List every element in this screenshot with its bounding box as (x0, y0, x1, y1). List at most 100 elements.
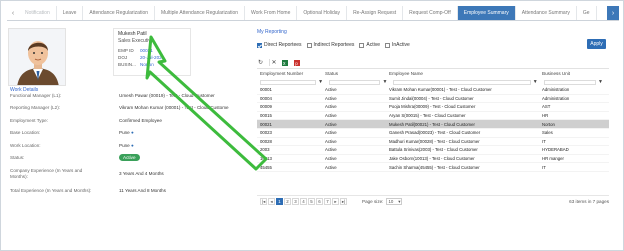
checkbox-box[interactable] (385, 42, 390, 48)
tab-employee-summary[interactable]: Employee Summary (457, 6, 516, 20)
doj-label: DOJ (118, 55, 128, 60)
prev-page-button[interactable]: ◂ (268, 198, 275, 205)
tab-work-from-home[interactable]: Work From Home (245, 6, 298, 20)
cell-employment-number: 00009 (260, 104, 272, 110)
cell-business-unit: HYDERABAD (542, 147, 569, 153)
cell-status: Active (325, 138, 337, 144)
table-row[interactable]: 45455 Active Sachin Sharma(45455) - Test -… (257, 163, 609, 172)
cell-employment-number: 00023 (260, 130, 272, 136)
tab-notification[interactable]: Notification (19, 6, 57, 20)
business-unit-label: BUSIN... (118, 62, 136, 67)
checkbox-box[interactable] (359, 42, 365, 48)
cell-employment-number: 00021 (260, 121, 272, 127)
refresh-icon[interactable]: ↻ (257, 59, 264, 66)
cell-business-unit: IT (542, 138, 546, 144)
tab-attendance-summary[interactable]: Attendance Summary (516, 6, 577, 20)
table-row[interactable]: 10013 Active Jake Osborn(10013) - Test - C… (257, 155, 609, 164)
column-header-employment-number[interactable]: Employment Number (257, 71, 325, 76)
page-size-select[interactable]: 10 ▾ (386, 198, 403, 205)
cell-employee-name: Pooja Mishra(00009) - Test - Cloud Custo… (389, 104, 476, 110)
table-row[interactable]: 00009 Active Pooja Mishra(00009) - Test - … (257, 103, 609, 112)
page-button[interactable]: 2 (284, 198, 291, 205)
next-page-button[interactable]: ▸ (332, 198, 339, 205)
tab-scroll-right-button[interactable]: › (607, 6, 619, 20)
cell-employee-name: Madhuri Kumar(00028) - Test - Cloud Cust… (389, 138, 480, 144)
apply-button[interactable]: Apply (587, 39, 606, 49)
page-button[interactable]: 6 (316, 198, 323, 205)
work-detail-label: Functional Manager (L1): (10, 93, 62, 98)
tab-scroll-left-button[interactable]: ‹ (7, 6, 19, 20)
pdf-icon[interactable]: p (293, 59, 300, 66)
grid-toolbar: ↻ ✕ x p (257, 59, 300, 66)
excel-icon[interactable]: x (281, 59, 288, 66)
chevron-down-icon: ▾ (398, 198, 401, 204)
table-row[interactable]: 00004 Active Sumit Jindal(00004) - Test - … (257, 95, 609, 104)
table-row[interactable]: 2003 Active Battula Srinivas(2003) - Test … (257, 146, 609, 155)
cell-status: Active (325, 121, 337, 127)
tab-optional-holiday[interactable]: Optional Holiday (297, 6, 348, 20)
checkbox-box[interactable] (257, 42, 262, 48)
page-button[interactable]: 5 (308, 198, 315, 205)
page-button[interactable]: 4 (300, 198, 307, 205)
close-icon[interactable]: ✕ (269, 59, 277, 66)
table-row[interactable]: 00023 Active Ganesh Prasad(00023) - Test -… (257, 129, 609, 138)
cell-business-unit: Administration (542, 87, 570, 93)
tab-leave[interactable]: Leave (57, 6, 84, 20)
work-detail-row: Base Location: Pune ● (10, 130, 250, 136)
cell-business-unit: HR manger (542, 156, 564, 162)
status-filter-input[interactable] (329, 79, 381, 85)
tab-attendance-regularization[interactable]: Attendance Regularization (83, 6, 156, 20)
cell-status: Active (325, 147, 337, 153)
cell-employee-name: Jake Osborn(10013) - Test - Cloud Custom… (389, 156, 475, 162)
table-row[interactable]: 00001 Active Vikram Mohan Kumar(00001) - T… (257, 86, 609, 95)
cell-employee-name: Sumit Jindal(00004) - Test - Cloud Custo… (389, 95, 474, 101)
tab-re-assign-request[interactable]: Re-Assign Request (347, 6, 404, 20)
cell-employee-name: Mukesh Patil(00021) - Test - Cloud Custo… (389, 121, 475, 127)
tab-request-comp-off[interactable]: Request Comp-Off (403, 6, 458, 20)
location-pin-icon: ● (131, 143, 134, 148)
inactive-checkbox[interactable]: InActive (385, 42, 410, 48)
doj-value: 20-Jul-2021 (140, 55, 165, 60)
table-row[interactable]: 00015 Active Aryan S(00015) - Test - Cloud… (257, 112, 609, 121)
table-row-selected[interactable]: 00021 Active Mukesh Patil(00021) - Test - … (257, 120, 609, 129)
checkbox-box[interactable] (306, 42, 312, 48)
work-detail-row: Company Experience (In Years and Months)… (10, 168, 250, 180)
funnel-icon[interactable]: ▼ (533, 79, 538, 85)
employment-number-filter-input[interactable] (260, 79, 317, 85)
work-detail-value: Pune ● (119, 143, 134, 149)
column-header-employee-name[interactable]: Employee Name (389, 71, 542, 76)
table-row[interactable]: 00028 Active Madhuri Kumar(00028) - Test -… (257, 138, 609, 147)
avatar-icon (9, 29, 65, 85)
first-page-button[interactable]: |◂ (260, 198, 267, 205)
last-page-button[interactable]: ▸| (340, 198, 347, 205)
business-unit-filter-input[interactable] (543, 79, 597, 85)
employee-photo (8, 28, 66, 86)
work-detail-row: Functional Manager (L1): Umesh Pawar (00… (10, 93, 250, 99)
page-button[interactable]: 3 (292, 198, 299, 205)
emp-id-row: EMP ID 00021 (118, 47, 186, 54)
column-header-business-unit[interactable]: Business Unit (542, 71, 609, 76)
active-checkbox[interactable]: Active (359, 42, 380, 48)
business-unit-value: Norton (140, 62, 154, 67)
page-button[interactable]: 7 (324, 198, 331, 205)
checkbox-label: Active (366, 42, 380, 48)
employee-name-filter-input[interactable] (393, 79, 531, 85)
indirect-reportees-checkbox[interactable]: Indirect Reportees (306, 42, 354, 48)
cell-status: Active (325, 95, 337, 101)
funnel-icon[interactable]: ▼ (382, 79, 387, 85)
doj-row: DOJ 20-Jul-2021 (118, 54, 186, 61)
cell-employment-number: 00015 (260, 113, 272, 119)
direct-reportees-checkbox[interactable]: Direct Reportees (257, 42, 302, 48)
work-detail-value: Vikram Mohan Kumar (00001) - Test - Clou… (119, 105, 229, 110)
tab-bar: ‹ Notification Leave Attendance Regulari… (7, 4, 619, 21)
work-detail-row: Total Experience (In Years and Months): … (10, 188, 250, 194)
tab-multiple-attendance-regularization[interactable]: Multiple Attendance Regularization (155, 6, 246, 20)
funnel-icon[interactable]: ▼ (598, 79, 603, 85)
column-header-status[interactable]: Status (325, 71, 389, 76)
work-detail-row: Employment Type: Confirmed Employee (10, 118, 250, 124)
cell-employment-number: 00004 (260, 95, 272, 101)
funnel-icon[interactable]: ▼ (318, 79, 323, 85)
grid-header: Employment Number Status Employee Name B… (257, 69, 609, 78)
tab-general[interactable]: Ge (577, 6, 597, 20)
page-button[interactable]: 1 (276, 198, 283, 205)
